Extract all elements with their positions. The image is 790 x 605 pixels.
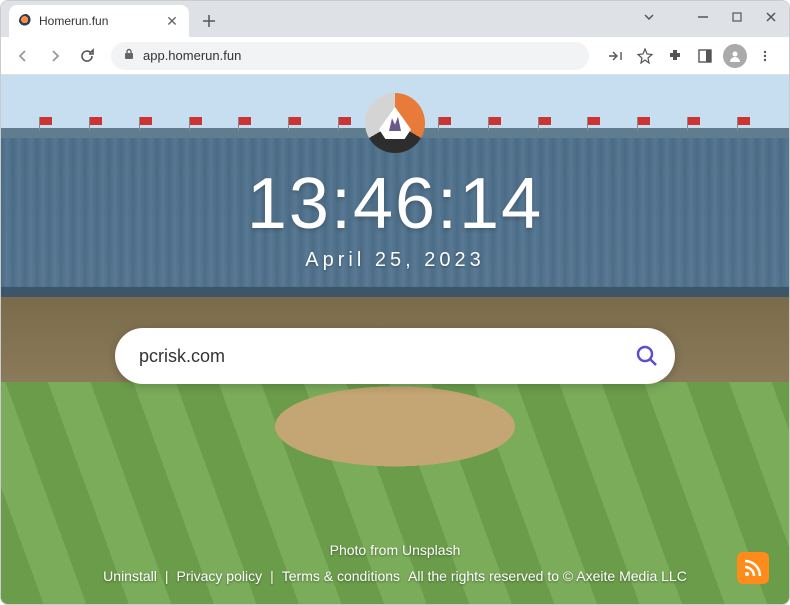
footer-links: Uninstall | Privacy policy | Terms & con…: [1, 568, 789, 584]
close-window-button[interactable]: [761, 7, 781, 27]
minimize-button[interactable]: [693, 7, 713, 27]
extensions-icon[interactable]: [663, 44, 687, 68]
forward-button: [41, 42, 69, 70]
url-bar[interactable]: app.homerun.fun: [111, 42, 589, 70]
close-tab-icon[interactable]: ✕: [165, 14, 179, 28]
toolbar-icons: [599, 44, 781, 68]
tab-title: Homerun.fun: [39, 14, 159, 28]
rss-icon: [743, 558, 763, 578]
address-bar: app.homerun.fun: [1, 37, 789, 75]
new-tab-button[interactable]: [195, 7, 223, 35]
page-footer: Photo from Unsplash Uninstall | Privacy …: [1, 542, 789, 584]
back-button[interactable]: [9, 42, 37, 70]
browser-window: Homerun.fun ✕: [0, 0, 790, 605]
side-panel-icon[interactable]: [693, 44, 717, 68]
search-button[interactable]: [625, 334, 669, 378]
reload-button[interactable]: [73, 42, 101, 70]
privacy-link[interactable]: Privacy policy: [173, 568, 267, 584]
search-input[interactable]: [139, 346, 625, 367]
clock-display: 13:46:14: [247, 163, 543, 245]
photo-credit: Photo from Unsplash: [1, 542, 789, 558]
tab-favicon-icon: [19, 14, 33, 28]
bookmark-icon[interactable]: [633, 44, 657, 68]
share-icon[interactable]: [603, 44, 627, 68]
date-display: April 25, 2023: [305, 249, 484, 272]
menu-icon[interactable]: [753, 44, 777, 68]
url-text: app.homerun.fun: [143, 48, 241, 63]
uninstall-link[interactable]: Uninstall: [99, 568, 161, 584]
terms-link[interactable]: Terms & conditions: [278, 568, 404, 584]
tab-bar: Homerun.fun ✕: [1, 1, 789, 37]
window-controls: [639, 7, 781, 27]
rss-button[interactable]: [737, 552, 769, 584]
profile-button[interactable]: [723, 44, 747, 68]
page-content: 13:46:14 April 25, 2023 Photo from Unspl…: [1, 75, 789, 604]
chevron-down-icon[interactable]: [639, 7, 659, 27]
profile-icon: [723, 44, 747, 68]
copyright-text: All the rights reserved to © Axeite Medi…: [404, 568, 691, 584]
browser-tab[interactable]: Homerun.fun ✕: [9, 5, 189, 37]
search-container: [115, 328, 675, 384]
site-logo: [365, 93, 425, 153]
lock-icon: [123, 48, 135, 63]
maximize-button[interactable]: [727, 7, 747, 27]
